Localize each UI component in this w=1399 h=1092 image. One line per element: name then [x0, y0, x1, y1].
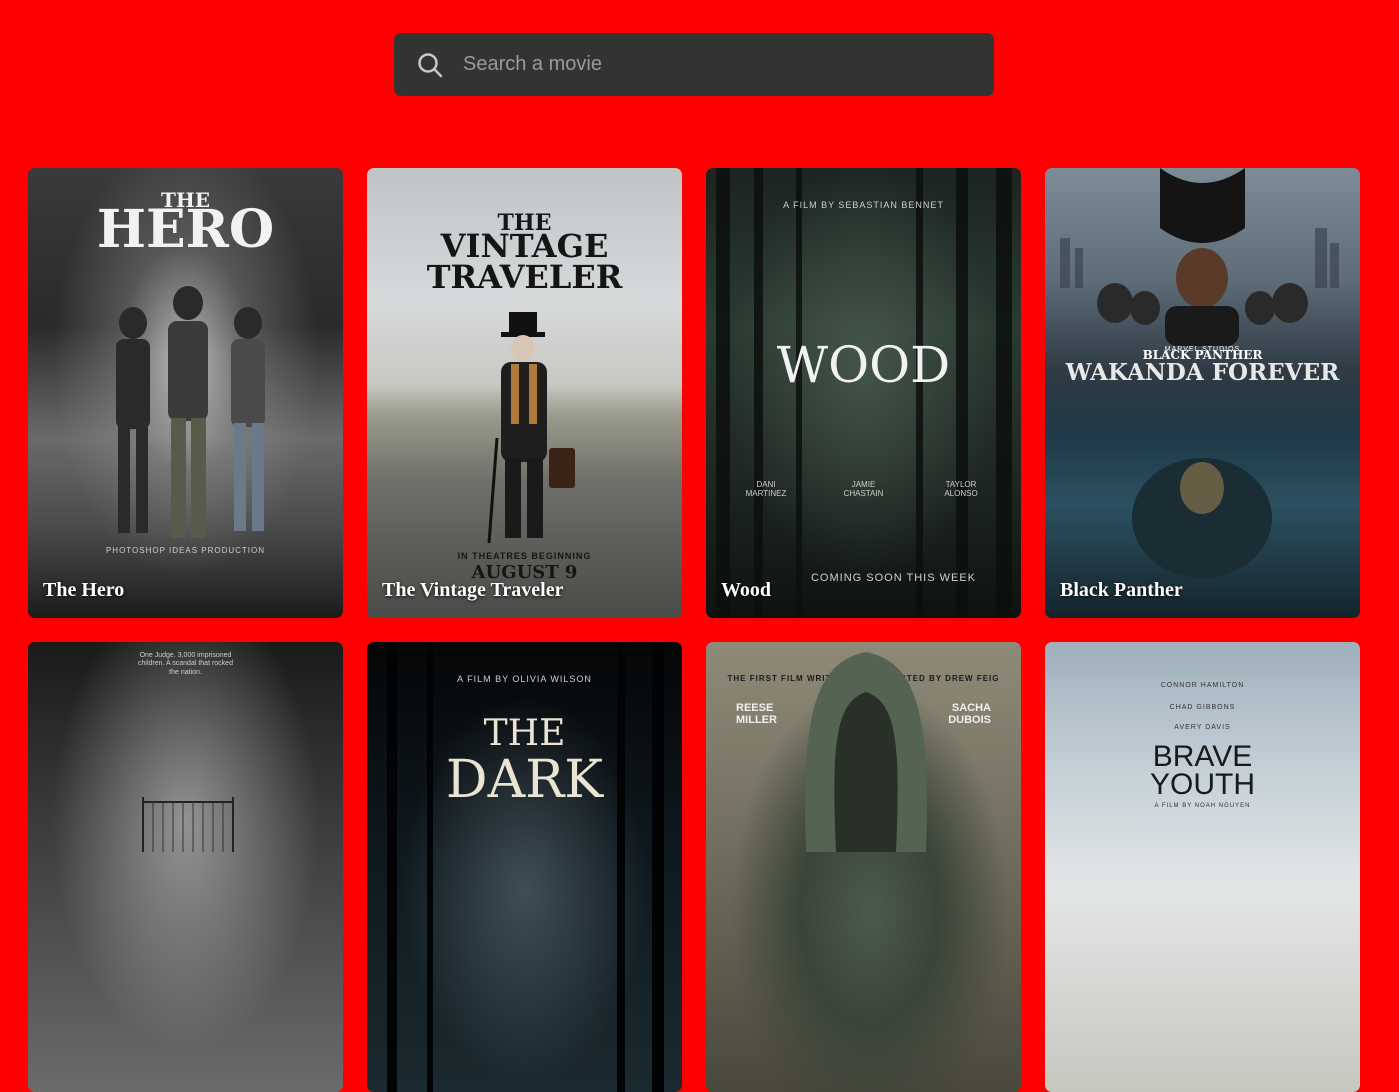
movie-card[interactable]: CONNOR HAMILTON CHAD GIBBONS AVERY DAVIS…: [1045, 642, 1360, 1092]
poster-title-line: WAKANDA FOREVER: [1065, 359, 1340, 386]
poster-cast-member: REESE MILLER: [736, 702, 777, 727]
movie-title: The Hero: [43, 579, 125, 601]
poster-cast-member: JAMIE CHASTAIN: [843, 480, 884, 498]
movie-poster: A FILM BY SEBASTIAN BENNET WOOD DANI MAR…: [706, 168, 1021, 618]
poster-title-line: YOUTH: [1150, 768, 1255, 801]
poster-credit: A FILM BY OLIVIA WILSON: [457, 674, 592, 684]
poster-trees: [387, 642, 664, 1092]
movie-card[interactable]: THE VINTAGE TRAVELER IN THEATRES BEGINNI…: [367, 168, 682, 618]
poster-cast-member: AVERY DAVIS: [1174, 724, 1231, 731]
movie-title: Wood: [721, 579, 772, 601]
movie-card[interactable]: MARVEL STUDIOS BLACK PANTHER WAKANDA FOR…: [1045, 168, 1360, 618]
poster-art: [1060, 168, 1339, 578]
poster-title-line: DARK: [445, 750, 604, 810]
poster-title-line: WOOD: [776, 336, 951, 394]
poster-caption: IN THEATRES BEGINNING: [457, 551, 592, 561]
search-input[interactable]: [461, 32, 994, 97]
movie-poster: CONNOR HAMILTON CHAD GIBBONS AVERY DAVIS…: [1045, 642, 1360, 1092]
poster-credit: A FILM BY SEBASTIAN BENNET: [783, 200, 944, 210]
search-icon[interactable]: [416, 51, 444, 79]
movie-card[interactable]: One Judge. 3,000 imprisoned children. A …: [28, 642, 343, 1092]
movie-card[interactable]: THE FIRST FILM WRITTEN AND DIRECTED BY D…: [706, 642, 1021, 1092]
poster-caption: PHOTOSHOP IDEAS PRODUCTION: [105, 546, 266, 555]
movie-title: The Vintage Traveler: [382, 579, 564, 601]
poster-title-line: TRAVELER: [426, 258, 623, 296]
poster-cast: DANI MARTINEZ JAMIE CHASTAIN TAYLOR ALON…: [736, 480, 991, 498]
movie-title: Black Panther: [1060, 579, 1183, 601]
movie-poster: One Judge. 3,000 imprisoned children. A …: [28, 642, 343, 1092]
poster-cast-member: SACHA DUBOIS: [948, 702, 991, 727]
movie-poster: THE HERO PHOTOSHOP IDEAS PRODUCTION: [28, 168, 343, 618]
movie-card[interactable]: A FILM BY OLIVIA WILSON THE DARK: [367, 642, 682, 1092]
movie-grid: THE HERO PHOTOSHOP IDEAS PRODUCTION The …: [28, 168, 1360, 1092]
poster-cast-member: CHAD GIBBONS: [1169, 704, 1236, 711]
poster-cast-member: TAYLOR ALONSO: [944, 480, 978, 498]
movie-card[interactable]: A FILM BY SEBASTIAN BENNET WOOD DANI MAR…: [706, 168, 1021, 618]
poster-figure: [487, 312, 575, 544]
poster-figures: [116, 286, 265, 538]
movie-poster: THE VINTAGE TRAVELER IN THEATRES BEGINNI…: [367, 168, 682, 618]
poster-title-line: THE: [483, 713, 566, 754]
poster-cast-member: DANI MARTINEZ: [745, 480, 787, 498]
movie-poster: THE FIRST FILM WRITTEN AND DIRECTED BY D…: [706, 642, 1021, 1092]
poster-cast-member: CONNOR HAMILTON: [1160, 682, 1245, 689]
poster-fence: [142, 797, 234, 852]
poster-hood: [805, 652, 927, 852]
poster-caption: A FILM BY NOAH NGUYEN: [1154, 803, 1251, 809]
movie-poster: A FILM BY OLIVIA WILSON THE DARK: [367, 642, 682, 1092]
movie-poster: MARVEL STUDIOS BLACK PANTHER WAKANDA FOR…: [1045, 168, 1360, 618]
search-bar[interactable]: [394, 32, 994, 97]
movie-card[interactable]: THE HERO PHOTOSHOP IDEAS PRODUCTION The …: [28, 168, 343, 618]
poster-title-line: HERO: [96, 199, 275, 260]
poster-caption: COMING SOON THIS WEEK: [810, 572, 977, 584]
poster-tagline: One Judge. 3,000 imprisoned children. A …: [138, 652, 233, 676]
